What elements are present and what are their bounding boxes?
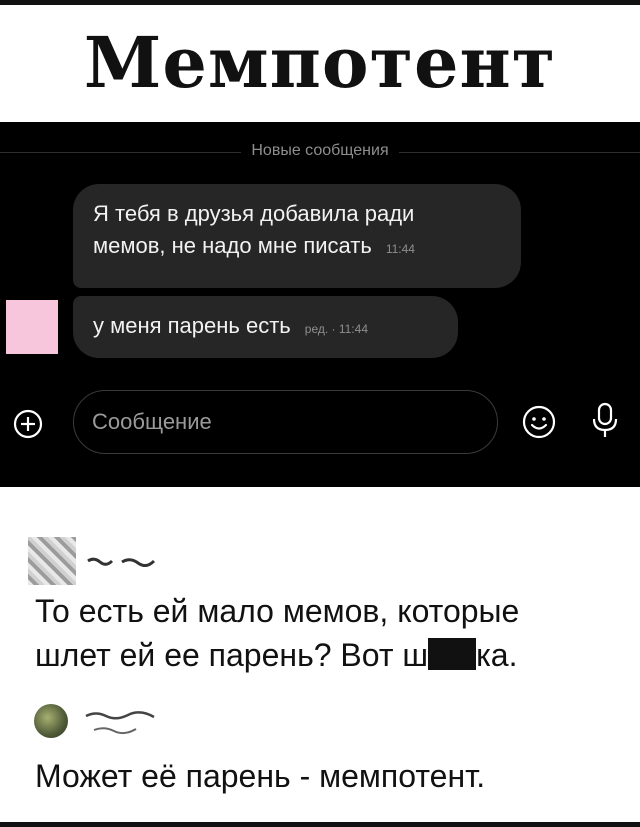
sender-avatar[interactable] (6, 300, 58, 354)
chat-screenshot: Новые сообщения Я тебя в друзья добавила… (0, 122, 640, 487)
commenter-1-name-blurred[interactable] (86, 555, 156, 570)
message-2-time: ред. · 11:44 (304, 322, 368, 336)
message-1-line-2: мемов, не надо мне писать (93, 233, 372, 258)
message-input-placeholder: Сообщение (92, 409, 212, 434)
comment-1-line-1: То есть ей мало мемов, которые (35, 593, 520, 629)
comment-2-text: Может её парень - мемпотент. (35, 758, 486, 794)
message-bubble-1[interactable]: Я тебя в друзья добавила ради мемов, не … (73, 184, 521, 288)
commenter-2-avatar[interactable] (34, 704, 68, 738)
comment-1-line-2-start: шлет ей ее парень? Вот ш (35, 637, 429, 673)
top-border (0, 0, 640, 5)
comment-1-line-2-end: ка. (476, 637, 518, 673)
commenter-1-avatar[interactable] (28, 537, 76, 585)
plus-circle-icon[interactable] (13, 409, 43, 444)
censor-bar (428, 638, 477, 670)
emoji-icon[interactable] (522, 405, 556, 444)
new-messages-label: Новые сообщения (241, 142, 399, 159)
comment-1-text: То есть ей мало мемов, которые шлет ей е… (35, 589, 519, 677)
bottom-border (0, 822, 640, 827)
meme-title: Мемпотент (83, 21, 557, 104)
message-1-time: 11:44 (385, 242, 415, 256)
message-input[interactable]: Сообщение (73, 390, 498, 454)
new-messages-divider: Новые сообщения (0, 142, 640, 160)
message-bubble-2[interactable]: у меня парень есть ред. · 11:44 (73, 296, 458, 358)
commenter-2-name-blurred[interactable] (80, 710, 160, 739)
microphone-icon[interactable] (590, 402, 620, 445)
message-2-text: у меня парень есть (93, 313, 291, 338)
message-1-line-1: Я тебя в друзья добавила ради (93, 201, 415, 226)
